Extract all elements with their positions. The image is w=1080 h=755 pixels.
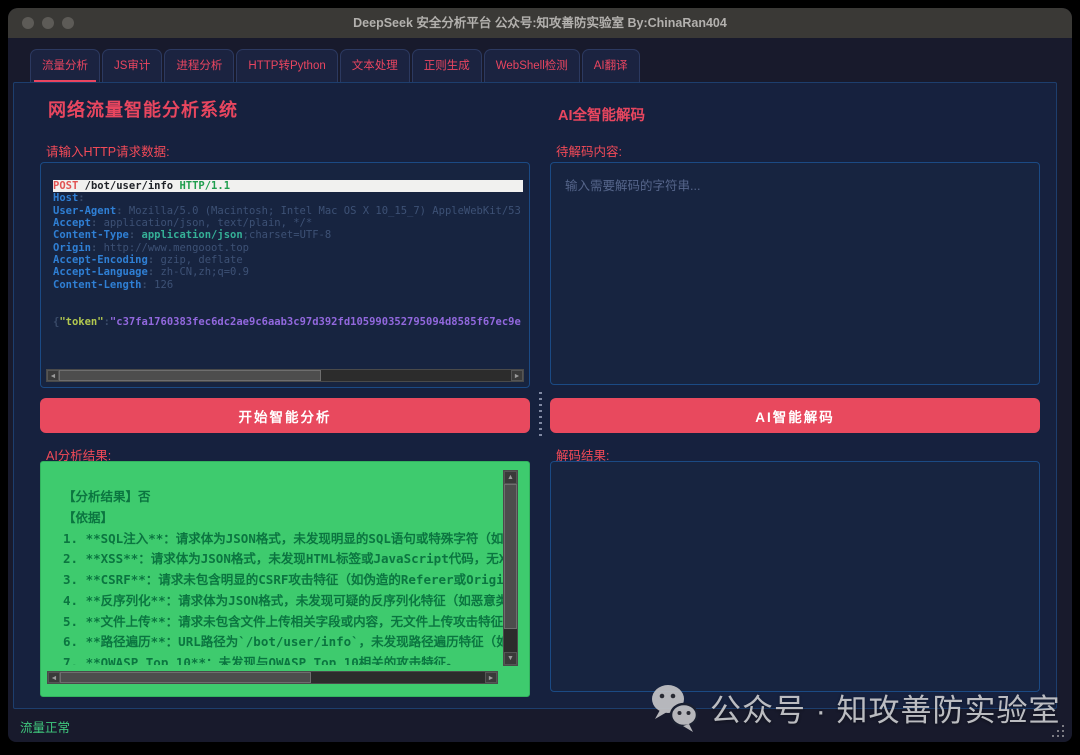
tab-文本处理[interactable]: 文本处理 — [340, 49, 410, 82]
code-line: Origin: http://www.mengooot.top — [53, 242, 523, 254]
code-line: Accept-Language: zh-CN,zh;q=0.9 — [53, 266, 523, 278]
watermark: 公众号 · 知攻善防实验室 — [648, 680, 1061, 734]
result-line: 【依据】 — [63, 508, 503, 529]
scroll-up-icon[interactable]: ▲ — [504, 471, 517, 484]
http-input-label: 请输入HTTP请求数据: — [46, 141, 170, 160]
result-line: 6. **路径遍历**：URL路径为`/bot/user/info`，未发现路径… — [63, 632, 503, 653]
code-line: Accept: application/json, text/plain, */… — [53, 217, 523, 229]
result-line: 2. **XSS**：请求体为JSON格式，未发现HTML标签或JavaScri… — [63, 549, 503, 570]
result-horizontal-scrollbar[interactable]: ◄ ► — [47, 671, 498, 684]
code-line: Content-Type: application/json;charset=U… — [53, 229, 523, 241]
tab-WebShell检测[interactable]: WebShell检测 — [484, 49, 580, 82]
scroll-down-icon[interactable]: ▼ — [504, 652, 517, 665]
tab-流量分析[interactable]: 流量分析 — [30, 49, 100, 82]
status-text: 流量正常 — [20, 717, 70, 736]
code-line: Content-Length: 126 — [53, 279, 523, 291]
code-line: Accept-Encoding: gzip, deflate — [53, 254, 523, 266]
decode-input-label: 待解码内容: — [556, 141, 622, 160]
tab-进程分析[interactable]: 进程分析 — [164, 49, 234, 82]
scroll-right-icon[interactable]: ► — [511, 370, 523, 381]
tab-HTTP转Python[interactable]: HTTP转Python — [236, 49, 337, 82]
watermark-text: 公众号 · 知攻善防实验室 — [710, 685, 1061, 730]
result-line: 5. **文件上传**：请求未包含文件上传相关字段或内容，无文件上传攻击特征。 — [63, 612, 503, 633]
decode-result-box[interactable] — [550, 461, 1040, 692]
tab-正则生成[interactable]: 正则生成 — [412, 49, 482, 82]
app-window: DeepSeek 安全分析平台 公众号:知攻善防实验室 By:ChinaRan4… — [8, 8, 1072, 742]
analysis-result-text: 【分析结果】否【依据】1. **SQL注入**：请求体为JSON格式，未发现明显… — [63, 487, 503, 665]
tab-bar: 流量分析JS审计进程分析HTTP转Python文本处理正则生成WebShell检… — [30, 49, 640, 82]
ai-decode-button[interactable]: AI智能解码 — [550, 398, 1040, 433]
decode-input-box — [550, 162, 1040, 385]
window-title: DeepSeek 安全分析平台 公众号:知攻善防实验室 By:ChinaRan4… — [8, 8, 1072, 38]
maximize-button[interactable] — [62, 17, 74, 29]
scroll-left-icon[interactable]: ◄ — [48, 672, 60, 683]
http-request-input[interactable]: POST /bot/user/info HTTP/1.1Host:User-Ag… — [40, 162, 530, 388]
result-line: 3. **CSRF**：请求未包含明显的CSRF攻击特征（如伪造的Referer… — [63, 570, 503, 591]
scrollbar-thumb[interactable] — [60, 672, 311, 683]
minimize-button[interactable] — [42, 17, 54, 29]
pane-divider-handle[interactable] — [539, 392, 542, 436]
resize-grip[interactable] — [1050, 723, 1066, 739]
result-line: 【分析结果】否 — [63, 487, 503, 508]
close-button[interactable] — [22, 17, 34, 29]
title-bar[interactable]: DeepSeek 安全分析平台 公众号:知攻善防实验室 By:ChinaRan4… — [8, 8, 1072, 38]
scrollbar-thumb[interactable] — [504, 484, 517, 629]
traffic-lights — [22, 17, 74, 29]
code-line: POST /bot/user/info HTTP/1.1 — [53, 180, 523, 192]
scroll-right-icon[interactable]: ► — [485, 672, 497, 683]
request-horizontal-scrollbar[interactable]: ◄ ► — [46, 369, 524, 382]
result-line: 7. **OWASP Top 10**：未发现与OWASP Top 10相关的攻… — [63, 653, 503, 665]
start-analysis-button[interactable]: 开始智能分析 — [40, 398, 530, 433]
right-panel-title: AI全智能解码 — [558, 104, 645, 125]
code-line — [53, 291, 523, 303]
tab-AI翻译[interactable]: AI翻译 — [582, 49, 640, 82]
decode-input[interactable] — [551, 163, 1039, 384]
scrollbar-thumb[interactable] — [59, 370, 321, 381]
code-line: User-Agent: Mozilla/5.0 (Macintosh; Inte… — [53, 205, 523, 217]
wechat-icon — [648, 680, 700, 734]
code-line: Host: — [53, 192, 523, 204]
scroll-left-icon[interactable]: ◄ — [47, 370, 59, 381]
result-line: 1. **SQL注入**：请求体为JSON格式，未发现明显的SQL语句或特殊字符… — [63, 529, 503, 550]
code-line: {"token":"c37fa1760383fec6dc2ae9c6aab3c9… — [53, 316, 523, 328]
left-panel-title: 网络流量智能分析系统 — [48, 96, 238, 122]
analysis-result-box[interactable]: 【分析结果】否【依据】1. **SQL注入**：请求体为JSON格式，未发现明显… — [40, 461, 530, 697]
code-line — [53, 303, 523, 315]
http-request-code: POST /bot/user/info HTTP/1.1Host:User-Ag… — [53, 180, 523, 363]
result-vertical-scrollbar[interactable]: ▲ ▼ — [503, 470, 518, 666]
result-line: 4. **反序列化**：请求体为JSON格式，未发现可疑的反序列化特征（如恶意类… — [63, 591, 503, 612]
tab-JS审计[interactable]: JS审计 — [102, 49, 162, 82]
